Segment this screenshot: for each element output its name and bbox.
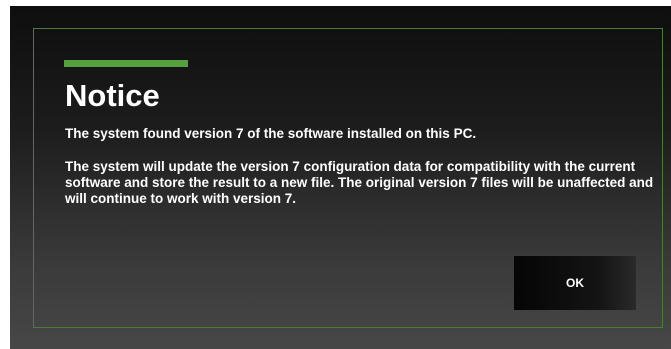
accent-bar: [64, 60, 188, 67]
version-found-message: The system found version 7 of the softwa…: [65, 126, 477, 141]
dialog-window: Notice The system found version 7 of the…: [10, 6, 671, 349]
ok-button[interactable]: OK: [514, 256, 636, 310]
update-details-message: The system will update the version 7 con…: [65, 159, 654, 206]
notice-dialog: Notice The system found version 7 of the…: [33, 28, 663, 328]
dialog-title: Notice: [65, 78, 160, 113]
